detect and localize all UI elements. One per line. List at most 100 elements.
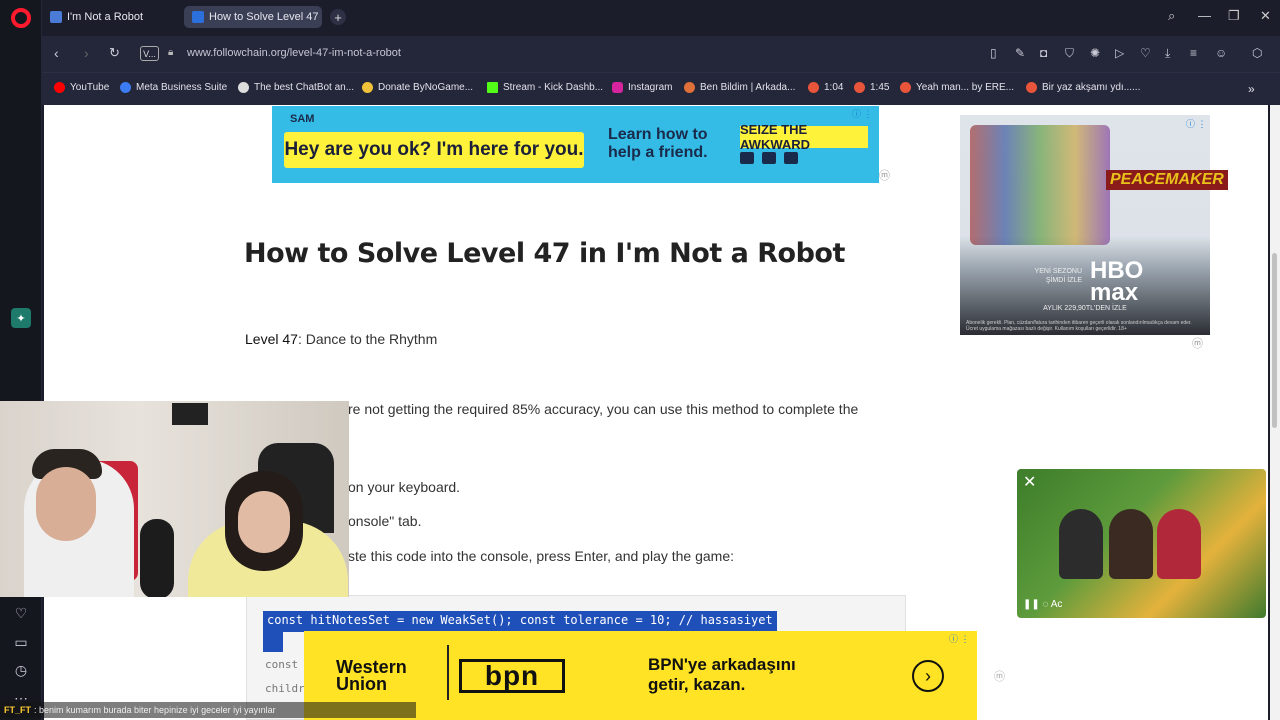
aria-icon[interactable]: ✺ bbox=[1090, 46, 1100, 60]
new-tab-button[interactable]: + bbox=[330, 9, 346, 25]
video-controls[interactable]: ❚❚ ◌ Ac bbox=[1023, 599, 1062, 610]
bookmark-yeah-man[interactable]: Yeah man... by ERE... bbox=[900, 82, 1014, 93]
tab-title: How to Solve Level 47 in I bbox=[209, 11, 322, 23]
ad-info-icon[interactable]: ⓘ ⋮ bbox=[949, 632, 970, 645]
bookmarks-overflow-icon[interactable]: » bbox=[1248, 82, 1255, 96]
ad-info-icon[interactable]: ⓘ ⋮ bbox=[852, 107, 873, 120]
vpn-badge[interactable]: V... bbox=[140, 46, 159, 61]
bookmark-1-04[interactable]: 1:04 bbox=[808, 82, 843, 93]
ad-divider bbox=[447, 645, 449, 700]
bookmark-youtube[interactable]: YouTube bbox=[54, 82, 109, 93]
play-icon[interactable]: ▷ bbox=[1115, 46, 1124, 60]
ad-fine-print: Abonelik gerekli. Plan, cüzdan/fatura ta… bbox=[966, 320, 1192, 332]
ad-hbo-max: HBO max bbox=[1090, 257, 1144, 306]
media-icon bbox=[900, 82, 911, 93]
page-title: How to Solve Level 47 in I'm Not a Robot bbox=[244, 238, 845, 269]
microphone bbox=[140, 519, 174, 597]
opera-logo-icon[interactable] bbox=[11, 8, 31, 28]
extensions-icon[interactable]: ⬡ bbox=[1252, 46, 1262, 60]
bookmark-kick[interactable]: Stream - Kick Dashb... bbox=[487, 82, 603, 93]
level-line: Level 47: Dance to the Rhythm bbox=[245, 331, 437, 347]
page-scrollbar[interactable] bbox=[1270, 105, 1280, 720]
download-icon[interactable]: ⤓ bbox=[1165, 46, 1170, 61]
edit-icon[interactable]: ✎ bbox=[1015, 46, 1025, 60]
close-icon[interactable]: ✕ bbox=[1023, 472, 1036, 492]
western-union-logo: Western Union bbox=[336, 657, 407, 694]
forward-icon[interactable]: › bbox=[84, 45, 89, 61]
paragraph-line-1: re not getting the required 85% accuracy… bbox=[348, 401, 859, 417]
tab-title: I'm Not a Robot bbox=[67, 11, 144, 23]
url-field[interactable]: www.followchain.org/level-47-im-not-a-ro… bbox=[187, 47, 401, 59]
mediavine-icon: ⓜ bbox=[879, 170, 890, 182]
bookmark-ben-bildim[interactable]: Ben Bildim | Arkada... bbox=[684, 82, 795, 93]
tab-favicon-icon bbox=[50, 11, 62, 23]
chat-username: FT_FT bbox=[4, 705, 31, 715]
menu-icon[interactable]: ≡ bbox=[1190, 46, 1197, 60]
close-icon[interactable]: ✕ bbox=[1260, 8, 1271, 24]
ad-figure bbox=[1157, 509, 1201, 579]
video-ad[interactable]: ✕ ❚❚ ◌ Ac bbox=[1017, 469, 1266, 618]
scroll-thumb[interactable] bbox=[1272, 253, 1277, 428]
chat-text: : benim kumarım burada biter hepinize iy… bbox=[34, 705, 276, 715]
heart-icon[interactable]: ♡ bbox=[1140, 46, 1151, 60]
back-icon[interactable]: ‹ bbox=[54, 45, 59, 61]
address-bar: ‹ › ↻ V... 🔒︎ www.followchain.org/level-… bbox=[42, 36, 1280, 72]
mediavine-icon: ⓜ bbox=[994, 671, 1005, 683]
ad-hero-image bbox=[970, 125, 1110, 245]
chatgpt-icon[interactable]: ✦ bbox=[11, 308, 31, 328]
ad-figure bbox=[1059, 509, 1103, 579]
bookmark-1-45[interactable]: 1:45 bbox=[854, 82, 889, 93]
bookmark-chatbot[interactable]: The best ChatBot an... bbox=[238, 82, 354, 93]
tab-how-to-solve[interactable]: How to Solve Level 47 in I bbox=[184, 6, 322, 28]
arrow-right-icon[interactable]: › bbox=[912, 660, 944, 692]
streamer-2-face bbox=[238, 491, 290, 553]
browser-window: ✦ ♡ ▭ ◷ ⋯ I'm Not a Robot How to Solve L… bbox=[0, 0, 1280, 720]
profile-icon[interactable]: ☺ bbox=[1215, 46, 1227, 60]
ad-info-icon[interactable]: ⓘ ⋮ bbox=[1186, 117, 1207, 130]
bookmarks-bar: YouTube Meta Business Suite The best Cha… bbox=[42, 72, 1280, 105]
tab-favicon-icon bbox=[192, 11, 204, 23]
level-desc: : Dance to the Rhythm bbox=[297, 331, 438, 347]
code-line-selected[interactable]: const hitNotesSet = new WeakSet(); const… bbox=[263, 611, 777, 632]
bookmark-instagram[interactable]: Instagram bbox=[612, 82, 672, 93]
reader-icon[interactable]: ▯ bbox=[990, 46, 997, 60]
restore-icon[interactable]: ❐ bbox=[1228, 8, 1240, 24]
stream-chat-message: FT_FT : benim kumarım burada biter hepin… bbox=[0, 702, 416, 718]
sidebar-rail: ✦ ♡ ▭ ◷ ⋯ bbox=[0, 0, 42, 720]
ad-brand: SAM bbox=[290, 113, 315, 125]
instagram-icon bbox=[612, 82, 623, 93]
bookmark-meta[interactable]: Meta Business Suite bbox=[120, 82, 227, 93]
ad-season: YENİ SEZONU ŞİMDİ İZLE bbox=[1034, 268, 1082, 284]
ad-text: BPN'ye arkadaşını getir, kazan. bbox=[648, 655, 796, 694]
history-icon[interactable]: ▭ bbox=[11, 632, 31, 652]
code-line-faded: childr bbox=[265, 682, 305, 695]
bookmark-bynogame[interactable]: Donate ByNoGame... bbox=[362, 82, 473, 93]
mediavine-icon: ⓜ bbox=[1192, 338, 1203, 350]
chatbot-icon bbox=[238, 82, 249, 93]
camera-icon[interactable]: ◘ bbox=[1040, 46, 1047, 60]
kick-icon bbox=[487, 82, 498, 93]
ad-headline: Hey are you ok? I'm here for you. bbox=[284, 132, 584, 168]
lock-icon[interactable]: 🔒︎ bbox=[168, 47, 173, 58]
top-banner-ad[interactable]: SAM Hey are you ok? I'm here for you. Le… bbox=[272, 106, 879, 183]
ad-price: AYLIK 229,90TL'DEN İZLE bbox=[1043, 305, 1127, 312]
minimize-icon[interactable]: — bbox=[1198, 8, 1211, 23]
heart-icon[interactable]: ♡ bbox=[11, 603, 31, 623]
tab-bar: I'm Not a Robot How to Solve Level 47 in… bbox=[42, 0, 1280, 36]
shield-icon[interactable]: ⛉ bbox=[1065, 46, 1074, 61]
meta-icon bbox=[120, 82, 131, 93]
step-line-4: ste this code into the console, press En… bbox=[348, 548, 735, 564]
search-icon[interactable]: ⌕ bbox=[1168, 8, 1175, 24]
media-icon bbox=[1026, 82, 1037, 93]
reload-icon[interactable]: ↻ bbox=[109, 45, 120, 61]
step-line-3: onsole" tab. bbox=[348, 513, 422, 529]
ben-bildim-icon bbox=[684, 82, 695, 93]
ad-show-title: PEACEMAKER bbox=[1106, 170, 1228, 190]
bookmark-bir-yaz[interactable]: Bir yaz akşamı ydı...... bbox=[1026, 82, 1140, 93]
clock-icon[interactable]: ◷ bbox=[11, 660, 31, 680]
tab-im-not-a-robot[interactable]: I'm Not a Robot bbox=[42, 6, 182, 28]
step-line-2: on your keyboard. bbox=[348, 479, 461, 495]
media-icon bbox=[808, 82, 819, 93]
side-banner-ad[interactable]: PEACEMAKER YENİ SEZONU ŞİMDİ İZLE HBO max… bbox=[960, 115, 1228, 335]
level-label: Level 47 bbox=[245, 331, 298, 347]
